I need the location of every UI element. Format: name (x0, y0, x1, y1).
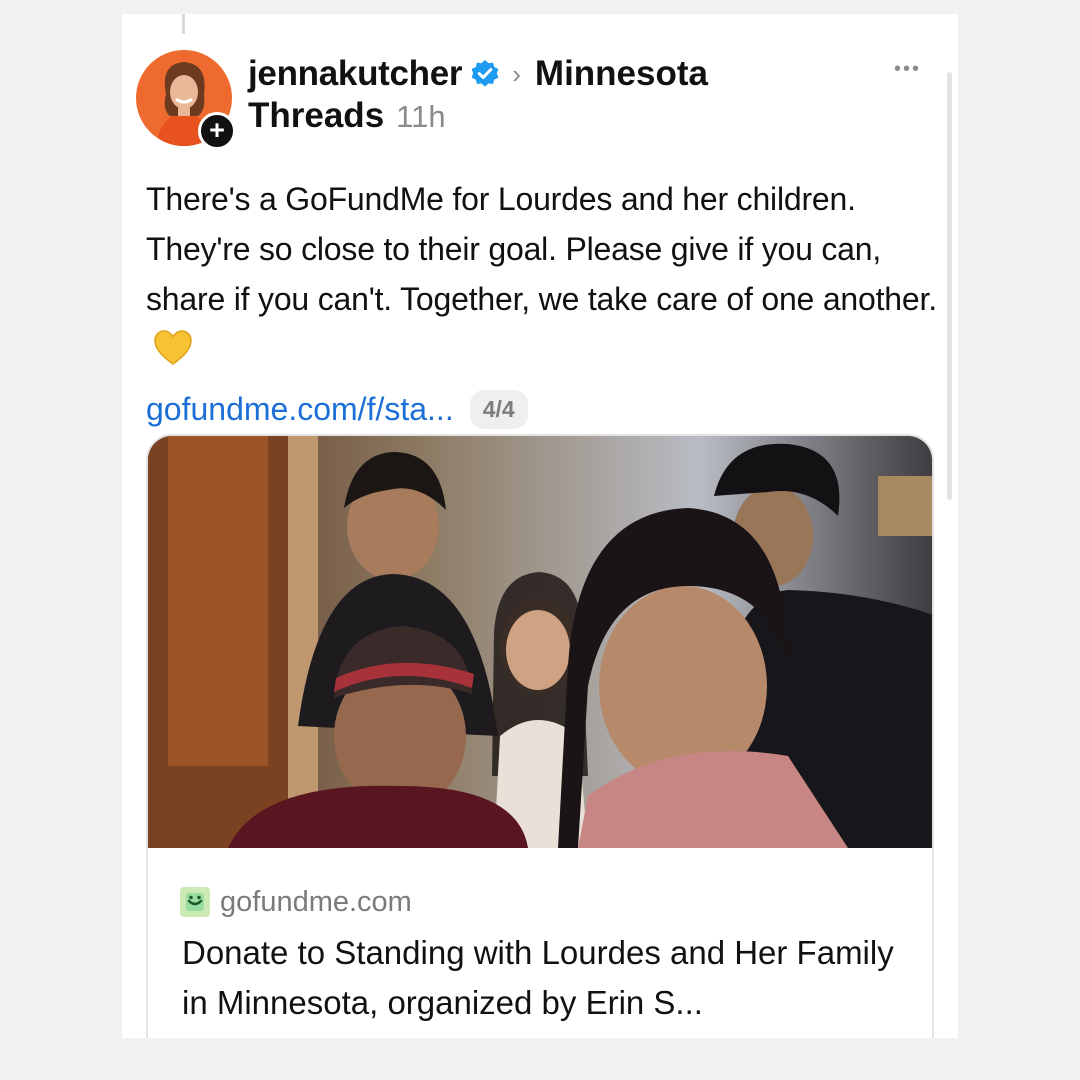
post-body: There's a GoFundMe for Lourdes and her c… (146, 174, 946, 374)
gofundme-link[interactable]: gofundme.com/f/sta... (146, 391, 454, 428)
thread-connector-line (182, 14, 185, 34)
preview-title[interactable]: Donate to Standing with Lourdes and Her … (182, 928, 912, 1028)
post-text: There's a GoFundMe for Lourdes and her c… (146, 181, 937, 317)
family-photo (148, 436, 932, 848)
plus-icon: + (209, 115, 225, 145)
location-tag[interactable]: Minnesota (535, 54, 708, 94)
gofundme-logo-icon (180, 887, 210, 917)
link-preview-card[interactable]: gofundme.com Donate to Standing with Lou… (146, 434, 934, 1038)
post-header: jennakutcher › Minnesota (248, 52, 708, 96)
thread-post-card: + jennakutcher › Minnesota Threads 11h •… (122, 14, 958, 1038)
more-options-button[interactable]: ••• (894, 58, 921, 81)
preview-site-name: gofundme.com (220, 885, 412, 918)
verified-check-icon (471, 60, 499, 87)
post-meta: Threads 11h (248, 96, 446, 140)
scrollbar[interactable] (947, 72, 952, 500)
username-link[interactable]: jennakutcher (248, 54, 463, 94)
ellipsis-icon: ••• (894, 58, 922, 80)
preview-site-row: gofundme.com (180, 884, 412, 920)
post-link-row: gofundme.com/f/sta... 4/4 (146, 382, 528, 436)
media-count-badge: 4/4 (469, 389, 528, 429)
community-label[interactable]: Threads (248, 96, 384, 136)
follow-button[interactable]: + (198, 112, 236, 150)
post-timestamp: 11h (396, 99, 446, 134)
chevron-right-icon: › (512, 58, 521, 89)
yellow-heart-emoji-icon (154, 330, 192, 365)
